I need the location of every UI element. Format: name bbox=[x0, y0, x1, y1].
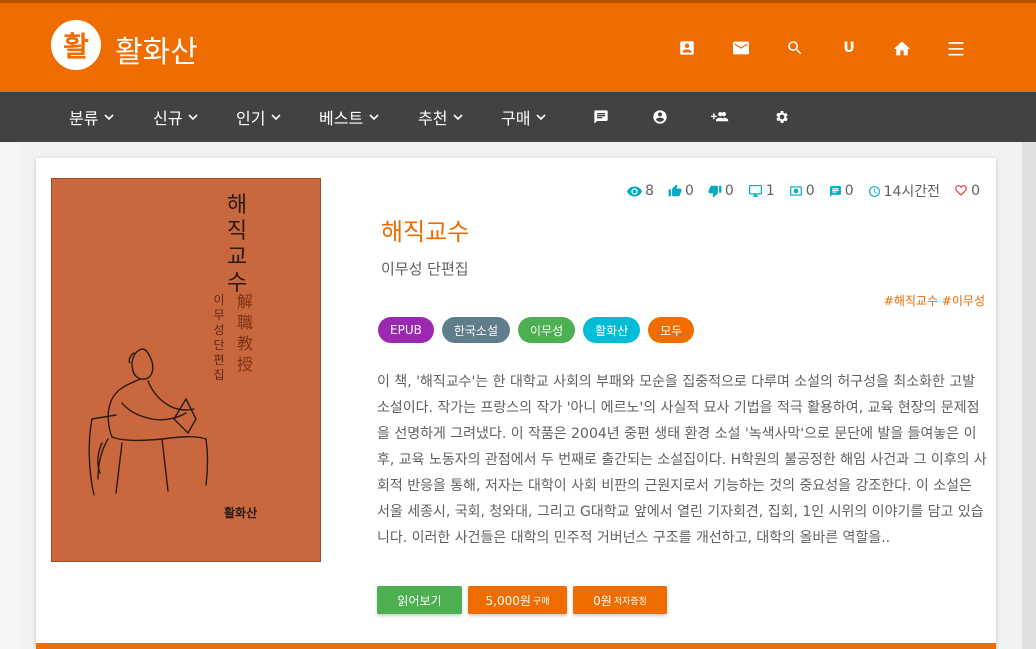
user-initial-button[interactable]: U bbox=[836, 35, 862, 61]
chip-author[interactable]: 이무성 bbox=[518, 317, 576, 343]
read-button-label: 읽어보기 bbox=[397, 593, 442, 608]
chip-publisher[interactable]: 활화산 bbox=[583, 317, 641, 343]
stat-comments[interactable]: 0 bbox=[829, 183, 854, 199]
chevron-down-icon bbox=[369, 113, 379, 121]
chevron-down-icon bbox=[271, 113, 282, 121]
left-gutter bbox=[0, 142, 20, 649]
book-stats: 8 0 0 1 0 0 14시간전 0 bbox=[627, 182, 980, 200]
book-hashtags[interactable]: #해직교수 #이무성 bbox=[884, 292, 985, 309]
stat-dislikes[interactable]: 0 bbox=[708, 183, 734, 199]
book-cover-image[interactable]: 해직교수 이무성 단편집 解職教授 활화산 bbox=[51, 178, 321, 562]
buy-label: 구매 bbox=[532, 596, 550, 607]
chip-audience[interactable]: 모두 bbox=[648, 317, 695, 343]
top-icon-group: U bbox=[0, 35, 1036, 61]
nav-item-label: 추천 bbox=[418, 109, 448, 128]
stat-comments-value: 0 bbox=[844, 183, 854, 199]
money-icon bbox=[789, 186, 802, 196]
account-circle-icon[interactable] bbox=[652, 92, 668, 142]
cover-sketch-illustration bbox=[88, 348, 209, 496]
user-initial: U bbox=[843, 40, 855, 56]
nav-item-label: 신규 bbox=[153, 109, 183, 128]
nav-item-popular[interactable]: 인기 bbox=[236, 92, 282, 142]
book-card: 해직교수 이무성 단편집 解職教授 활화산 8 0 0 1 0 0 14시간전 … bbox=[36, 158, 996, 649]
chevron-down-icon bbox=[104, 113, 115, 121]
donate-label: 저자증정 bbox=[613, 596, 647, 607]
chip-format[interactable]: EPUB bbox=[378, 317, 434, 343]
thumb-up-icon bbox=[668, 184, 682, 197]
nav-item-recommend[interactable]: 추천 bbox=[418, 92, 464, 142]
heart-outline-icon bbox=[955, 184, 967, 196]
chip-genre[interactable]: 한국소설 bbox=[441, 317, 511, 343]
cover-publisher: 활화산 bbox=[224, 506, 258, 520]
book-title[interactable]: 해직교수 bbox=[381, 212, 469, 247]
chevron-down-icon bbox=[188, 113, 199, 121]
group-add-icon[interactable] bbox=[711, 92, 731, 142]
buy-price: 5,000원 bbox=[485, 593, 531, 608]
donate-button[interactable]: 0원 저자증정 bbox=[573, 586, 667, 614]
nav-item-label: 분류 bbox=[69, 109, 99, 128]
read-button[interactable]: 읽어보기 bbox=[377, 586, 462, 614]
book-subtitle: 이무성 단편집 bbox=[381, 260, 469, 278]
buy-button[interactable]: 5,000원 구매 bbox=[468, 586, 567, 614]
chevron-down-icon bbox=[536, 113, 547, 121]
top-app-bar: 활 활화산 U bbox=[0, 0, 1036, 92]
nav-item-best[interactable]: 베스트 bbox=[319, 92, 379, 142]
mail-icon[interactable] bbox=[728, 35, 754, 61]
cover-title: 해직교수 bbox=[226, 193, 248, 296]
book-description: 이 책, '해직교수'는 한 대학교 사회의 부패와 모순을 집중적으로 다루며… bbox=[377, 374, 987, 546]
stat-money: 0 bbox=[789, 183, 815, 199]
search-icon[interactable] bbox=[782, 35, 808, 61]
category-nav: 분류 신규 인기 베스트 추천 구매 bbox=[0, 92, 1036, 142]
nav-item-label: 구매 bbox=[501, 109, 531, 128]
nav-item-label: 인기 bbox=[236, 109, 266, 128]
nav-item-new[interactable]: 신규 bbox=[153, 92, 199, 142]
stat-views: 8 bbox=[627, 183, 654, 199]
stat-favorites-value: 0 bbox=[971, 183, 980, 199]
comment-icon bbox=[829, 185, 841, 197]
nav-item-category[interactable]: 분류 bbox=[69, 92, 115, 142]
scrollbar-track[interactable] bbox=[1022, 142, 1036, 649]
settings-icon[interactable] bbox=[774, 92, 790, 142]
cover-hanja: 解職教授 bbox=[236, 292, 253, 374]
stat-dislikes-value: 0 bbox=[724, 183, 734, 199]
chevron-down-icon bbox=[453, 113, 464, 121]
stat-money-value: 0 bbox=[805, 183, 815, 199]
nav-item-purchase[interactable]: 구매 bbox=[501, 92, 547, 142]
nav-item-label: 베스트 bbox=[319, 109, 364, 128]
donate-price: 0원 bbox=[593, 593, 612, 608]
account-box-icon[interactable] bbox=[674, 35, 700, 61]
next-card-edge bbox=[36, 643, 996, 649]
chat-icon[interactable] bbox=[593, 92, 609, 142]
clock-icon bbox=[868, 185, 880, 197]
monitor-icon bbox=[748, 184, 762, 197]
stat-time: 14시간전 bbox=[868, 181, 940, 201]
menu-icon[interactable] bbox=[943, 35, 969, 61]
book-actions: 읽어보기 5,000원 구매 0원 저자증정 bbox=[377, 586, 667, 614]
thumb-down-icon bbox=[708, 185, 722, 198]
stat-favorites[interactable]: 0 bbox=[954, 183, 980, 199]
stat-time-value: 14시간전 bbox=[883, 184, 941, 200]
stat-likes[interactable]: 0 bbox=[668, 183, 694, 199]
eye-icon bbox=[627, 186, 643, 196]
tag-chips: EPUB 한국소설 이무성 활화산 모두 bbox=[378, 317, 695, 343]
stat-likes-value: 0 bbox=[685, 183, 694, 199]
stat-displays-value: 1 bbox=[765, 183, 775, 199]
home-icon[interactable] bbox=[889, 35, 915, 61]
stat-views-value: 8 bbox=[645, 183, 654, 199]
stat-displays: 1 bbox=[748, 183, 775, 199]
